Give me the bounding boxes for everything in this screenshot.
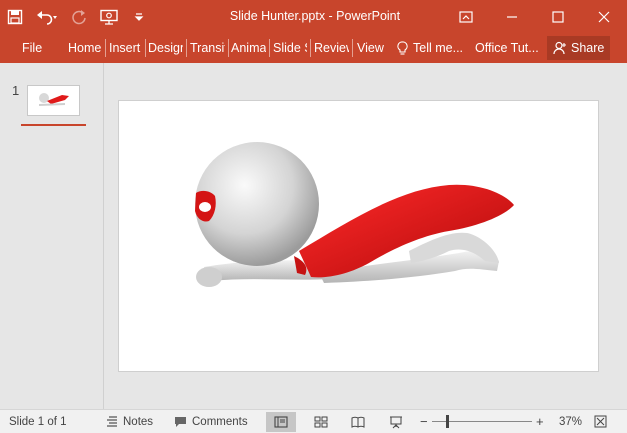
notes-button[interactable]: Notes xyxy=(106,410,153,433)
ribbon-tabs: File Home Insert Design Transitions Anim… xyxy=(0,33,627,63)
normal-view-icon xyxy=(274,416,288,428)
tab-divider xyxy=(186,39,187,57)
save-button[interactable] xyxy=(0,0,30,33)
slide-canvas[interactable] xyxy=(118,100,599,372)
slide-editing-area xyxy=(105,63,627,409)
comments-label: Comments xyxy=(192,415,248,428)
tab-file[interactable]: File xyxy=(22,33,42,63)
comment-icon xyxy=(175,416,186,427)
tab-divider xyxy=(269,39,270,57)
maximize-icon xyxy=(552,10,564,23)
tab-slide-show[interactable]: Slide Show xyxy=(273,33,307,63)
tab-transitions[interactable]: Transitions xyxy=(190,33,225,63)
zoom-out-button[interactable]: − xyxy=(420,410,428,433)
person-icon xyxy=(553,41,566,55)
undo-icon xyxy=(37,10,57,25)
comments-button[interactable]: Comments xyxy=(174,410,248,433)
redo-icon xyxy=(72,9,86,24)
title-bar: Slide Hunter.pptx - PowerPoint xyxy=(0,0,627,33)
status-bar: Slide 1 of 1 Notes Comments − + 37% xyxy=(0,409,627,433)
share-button[interactable]: Share xyxy=(547,36,610,60)
quick-access-toolbar xyxy=(0,0,154,33)
flying-superhero-figure-image xyxy=(195,142,514,287)
notes-icon xyxy=(107,416,117,427)
chevron-down-icon xyxy=(134,12,144,21)
tab-divider xyxy=(145,39,146,57)
notes-label: Notes xyxy=(123,415,154,428)
superhero-thumbnail-image xyxy=(39,93,69,106)
thumbnail-selection-indicator xyxy=(21,124,86,126)
thumbnail-number: 1 xyxy=(12,83,20,98)
save-icon xyxy=(7,9,23,24)
tab-design[interactable]: Design xyxy=(148,33,183,63)
minimize-icon xyxy=(507,15,517,18)
tab-divider xyxy=(352,39,353,57)
minimize-button[interactable] xyxy=(489,0,535,33)
start-from-beginning-button[interactable] xyxy=(94,0,124,33)
slide-number-indicator: Slide 1 of 1 xyxy=(9,415,67,428)
slideshow-icon xyxy=(390,416,402,428)
tab-home[interactable]: Home xyxy=(68,33,102,63)
lightbulb-icon xyxy=(397,40,408,55)
tab-divider xyxy=(310,39,311,57)
zoom-slider-thumb[interactable] xyxy=(446,415,449,428)
undo-button[interactable] xyxy=(30,0,64,33)
tell-me-search[interactable]: Tell me... xyxy=(397,33,469,63)
normal-view-button[interactable] xyxy=(266,412,296,432)
slide-sorter-button[interactable] xyxy=(306,412,336,432)
close-button[interactable] xyxy=(581,0,627,33)
fit-to-window-icon xyxy=(594,415,607,428)
close-icon xyxy=(598,11,610,22)
slide-thumbnail[interactable] xyxy=(27,85,80,116)
slide-sorter-icon xyxy=(314,416,328,428)
ribbon-display-icon xyxy=(459,10,473,23)
slide-thumbnail-pane: 1 xyxy=(0,63,104,409)
zoom-in-button[interactable]: + xyxy=(536,410,544,433)
zoom-level[interactable]: 37% xyxy=(559,410,582,433)
share-label: Share xyxy=(571,41,605,55)
account-name[interactable]: Office Tut... xyxy=(475,33,543,63)
window-controls xyxy=(443,0,627,33)
tab-animations[interactable]: Animations xyxy=(231,33,266,63)
maximize-button[interactable] xyxy=(535,0,581,33)
book-icon xyxy=(351,416,365,428)
tab-divider xyxy=(228,39,229,57)
tab-review[interactable]: Review xyxy=(314,33,349,63)
tab-divider xyxy=(105,39,106,57)
presentation-icon xyxy=(100,9,118,25)
slide-show-button[interactable] xyxy=(381,412,411,432)
ribbon-display-options-button[interactable] xyxy=(443,0,489,33)
window-title: Slide Hunter.pptx - PowerPoint xyxy=(229,9,401,23)
tab-view[interactable]: View xyxy=(357,33,387,63)
reading-view-button[interactable] xyxy=(343,412,373,432)
customize-toolbar-button[interactable] xyxy=(124,0,154,33)
fit-slide-button[interactable] xyxy=(594,410,607,433)
tell-me-label: Tell me... xyxy=(413,41,464,55)
tab-insert[interactable]: Insert xyxy=(109,33,143,63)
redo-button[interactable] xyxy=(64,0,94,33)
